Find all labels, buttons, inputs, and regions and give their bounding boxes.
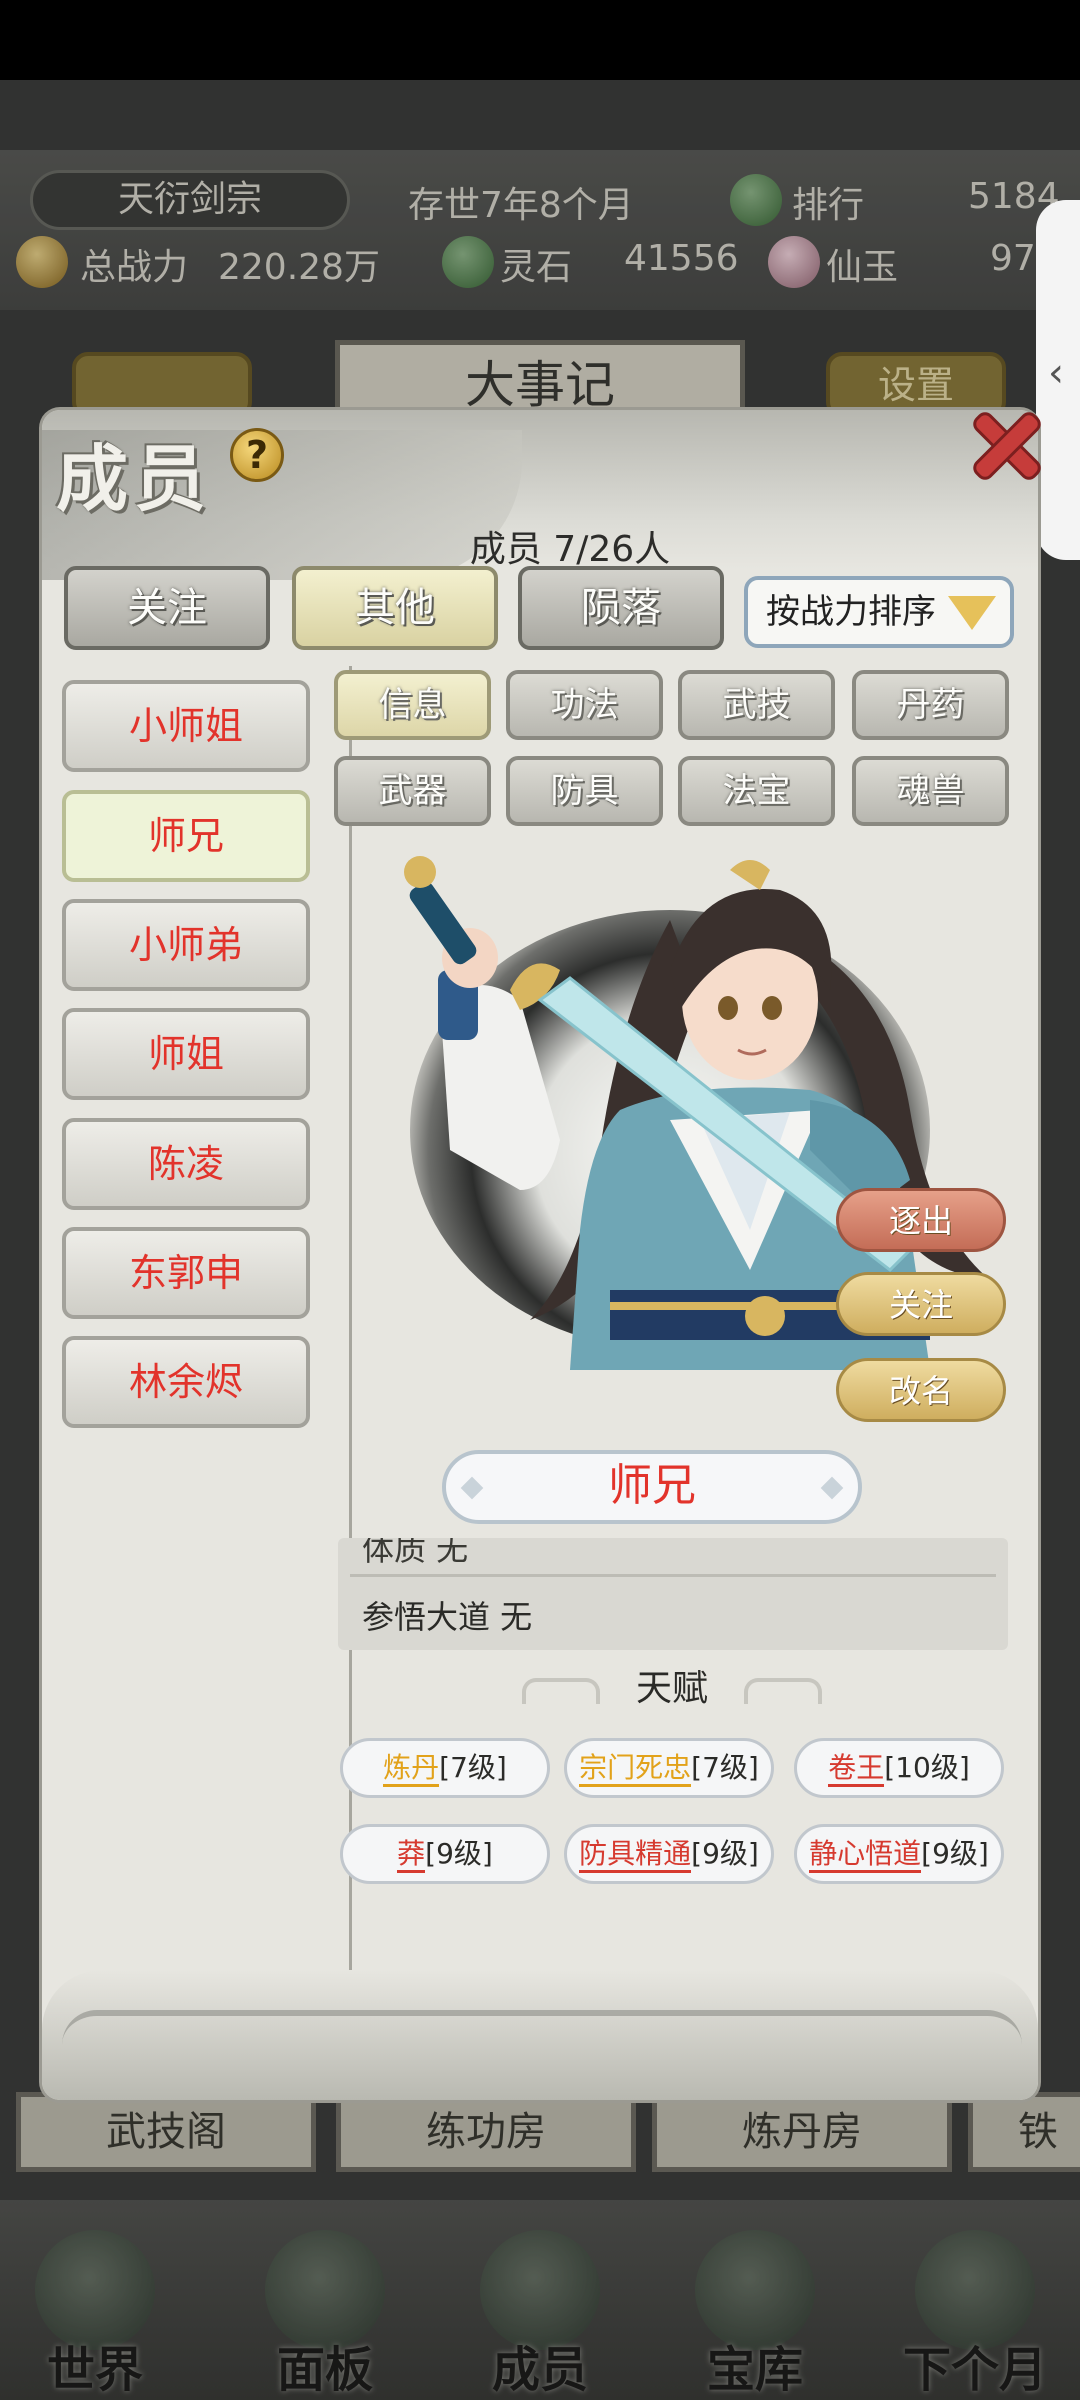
talent-level: [9级] [425, 1837, 493, 1870]
side-panel-handle[interactable]: ‹ [1036, 200, 1080, 560]
expel-button-visible[interactable]: 逐出 [836, 1188, 1006, 1252]
tab-info[interactable]: 信息 [334, 670, 491, 740]
member-item[interactable]: 师姐 [62, 1008, 310, 1100]
status-bar [0, 0, 1080, 80]
tab-other[interactable]: 其他 [292, 566, 498, 650]
help-icon[interactable]: ? [230, 428, 284, 482]
selected-name-plate: 师兄 [442, 1450, 862, 1524]
tab-weapons[interactable]: 武器 [334, 756, 491, 826]
talent-badge[interactable]: 宗门死忠[7级] [564, 1738, 774, 1798]
info-divider [350, 1574, 996, 1577]
sort-label: 按战力排序 [766, 592, 936, 632]
tab-follow[interactable]: 关注 [64, 566, 270, 650]
talent-name: 莽 [397, 1837, 426, 1873]
talent-badge[interactable]: 防具精通[9级] [564, 1824, 774, 1884]
diamond-ornament-right [820, 1476, 844, 1500]
constitution-row: 体质 无 [362, 1538, 469, 1568]
dao-row: 参悟大道 无 [362, 1598, 533, 1636]
talent-name: 卷王 [828, 1751, 885, 1787]
member-item[interactable]: 陈凌 [62, 1118, 310, 1210]
member-item[interactable]: 小师弟 [62, 899, 310, 991]
talent-name: 防具精通 [579, 1837, 692, 1873]
chevron-left-icon: ‹ [1048, 350, 1064, 396]
dialog-title: 成员 [56, 436, 213, 521]
talent-badge[interactable]: 静心悟道[9级] [794, 1824, 1004, 1884]
info-panel[interactable]: 体质 无 参悟大道 无 [338, 1538, 1008, 1650]
rename-button[interactable]: 改名 [836, 1358, 1006, 1422]
members-dialog: 成员 7/26人 关注 其他 陨落 按战力排序 小师姐 师兄 小师弟 师姐 陈凌… [42, 410, 1038, 2100]
tab-treasures[interactable]: 法宝 [678, 756, 835, 826]
tab-martial-arts[interactable]: 武技 [678, 670, 835, 740]
tab-pills[interactable]: 丹药 [852, 670, 1009, 740]
talent-level: [10级] [884, 1751, 970, 1784]
member-list: 小师姐 师兄 小师弟 师姐 陈凌 东郭申 林余烬 [62, 666, 352, 2066]
diamond-ornament-left [460, 1476, 484, 1500]
tab-fallen[interactable]: 陨落 [518, 566, 724, 650]
sort-dropdown[interactable]: 按战力排序 [744, 576, 1014, 648]
talent-badge[interactable]: 卷王[10级] [794, 1738, 1004, 1798]
tab-skills[interactable]: 功法 [506, 670, 663, 740]
talent-badge[interactable]: 莽[9级] [340, 1824, 550, 1884]
member-count: 成员 7/26人 [469, 529, 671, 570]
cloud-ornament-bottom [62, 2010, 1022, 2080]
member-item[interactable]: 小师姐 [62, 680, 310, 772]
member-item[interactable]: 师兄 [62, 790, 310, 882]
talent-header: 天赋 [512, 1660, 832, 1718]
tab-armor[interactable]: 防具 [506, 756, 663, 826]
talent-name: 静心悟道 [809, 1837, 922, 1873]
follow-button[interactable]: 关注 [836, 1272, 1006, 1336]
talent-badge[interactable]: 炼丹[7级] [340, 1738, 550, 1798]
talent-level: [7级] [439, 1751, 507, 1784]
talent-level: [9级] [691, 1837, 759, 1870]
member-item[interactable]: 林余烬 [62, 1336, 310, 1428]
close-icon[interactable] [960, 400, 1050, 490]
selected-name: 师兄 [608, 1460, 696, 1511]
tab-soul-beasts[interactable]: 魂兽 [852, 756, 1009, 826]
talent-name: 宗门死忠 [579, 1751, 692, 1787]
talent-name: 炼丹 [383, 1751, 440, 1787]
talent-level: [9级] [921, 1837, 989, 1870]
dropdown-triangle-icon [948, 596, 996, 630]
member-item[interactable]: 东郭申 [62, 1227, 310, 1319]
talent-level: [7级] [691, 1751, 759, 1784]
